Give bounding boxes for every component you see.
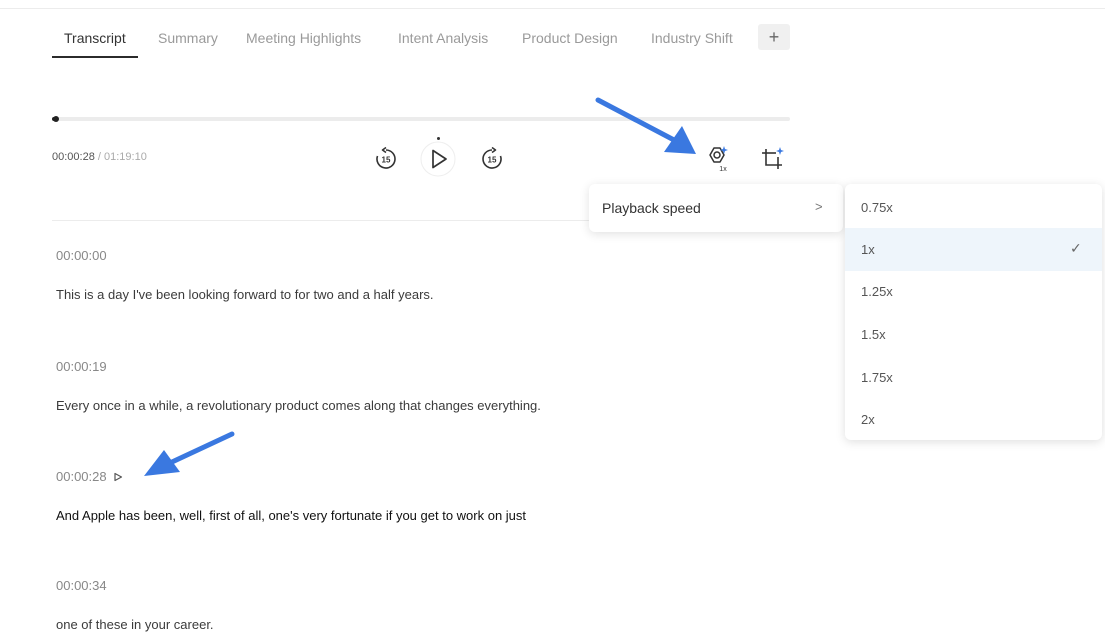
settings-menu: Playback speed >	[589, 184, 843, 232]
segment-time: 00:00:19	[56, 359, 107, 374]
speed-option-0-75x[interactable]: 0.75x	[845, 186, 1102, 229]
speed-badge: 1x	[719, 166, 727, 173]
time-separator: /	[97, 151, 101, 163]
play-small-icon[interactable]	[113, 472, 123, 482]
play-icon	[420, 141, 456, 177]
top-divider	[0, 8, 1105, 9]
speed-option-1-5x[interactable]: 1.5x	[845, 313, 1102, 356]
chevron-right-icon: >	[815, 199, 823, 214]
speed-option-1x[interactable]: 1x ✓	[845, 228, 1102, 271]
playback-speed-button[interactable]: 1x	[702, 144, 732, 174]
rewind-icon: 15	[376, 146, 396, 169]
speed-option-1-75x[interactable]: 1.75x	[845, 356, 1102, 399]
clip-button[interactable]	[760, 145, 788, 173]
segment-text: Every once in a while, a revolutionary p…	[56, 398, 541, 413]
segment-text: And Apple has been, well, first of all, …	[56, 508, 527, 523]
speed-settings-icon: 1x	[709, 146, 728, 173]
play-indicator-dot	[437, 137, 440, 140]
playback-speed-menu-item[interactable]: Playback speed	[602, 200, 701, 216]
rewind-15-button[interactable]: 15	[373, 146, 399, 172]
check-icon: ✓	[1070, 240, 1082, 256]
speed-option-label: 0.75x	[861, 200, 893, 215]
tab-transcript[interactable]: Transcript	[52, 30, 138, 58]
total-time: 01:19:10	[104, 151, 147, 163]
speed-option-1-25x[interactable]: 1.25x	[845, 270, 1102, 313]
progress-handle[interactable]	[53, 116, 60, 122]
segment-timestamp: 00:00:28	[56, 469, 526, 484]
speed-option-label: 1.5x	[861, 327, 886, 342]
segment-timestamp: 00:00:00	[56, 248, 434, 263]
section-divider	[52, 220, 592, 221]
speed-option-2x[interactable]: 2x	[845, 398, 1102, 441]
transcript-segment[interactable]: 00:00:00 This is a day I've been looking…	[56, 248, 434, 302]
tab-product-design[interactable]: Product Design	[522, 30, 618, 46]
transcript-segment[interactable]: 00:00:19 Every once in a while, a revolu…	[56, 359, 541, 413]
speed-option-label: 1.25x	[861, 284, 893, 299]
time-display: 00:00:28 / 01:19:10	[52, 151, 147, 163]
segment-time: 00:00:00	[56, 248, 107, 263]
transcript-segment-playing[interactable]: 00:00:28 And Apple has been, well, first…	[56, 469, 526, 523]
speed-option-label: 1x	[861, 242, 875, 257]
rewind-seconds-label: 15	[382, 156, 391, 165]
speed-option-label: 2x	[861, 412, 875, 427]
transcript-segment[interactable]: 00:00:34 one of these in your career.	[56, 578, 214, 632]
speed-option-label: 1.75x	[861, 370, 893, 385]
segment-time: 00:00:34	[56, 578, 107, 593]
segment-text: one of these in your career.	[56, 617, 214, 632]
forward-seconds-label: 15	[488, 156, 497, 165]
tab-industry-shift[interactable]: Industry Shift	[651, 30, 733, 46]
add-tab-button[interactable]: +	[758, 24, 790, 50]
speed-submenu: 0.75x 1x ✓ 1.25x 1.5x 1.75x 2x	[845, 184, 1102, 440]
tab-summary[interactable]: Summary	[158, 30, 218, 46]
tab-intent-analysis[interactable]: Intent Analysis	[398, 30, 488, 46]
crop-icon	[762, 147, 784, 169]
current-time: 00:00:28	[52, 151, 95, 163]
forward-icon: 15	[482, 146, 502, 169]
segment-timestamp: 00:00:19	[56, 359, 541, 374]
segment-time: 00:00:28	[56, 469, 107, 484]
progress-bar[interactable]	[52, 116, 790, 122]
segment-text: This is a day I've been looking forward …	[56, 287, 434, 302]
segment-timestamp: 00:00:34	[56, 578, 214, 593]
annotation-arrow	[595, 97, 696, 154]
tab-meeting-highlights[interactable]: Meeting Highlights	[246, 30, 361, 46]
play-button[interactable]	[420, 141, 456, 177]
forward-15-button[interactable]: 15	[479, 146, 505, 172]
